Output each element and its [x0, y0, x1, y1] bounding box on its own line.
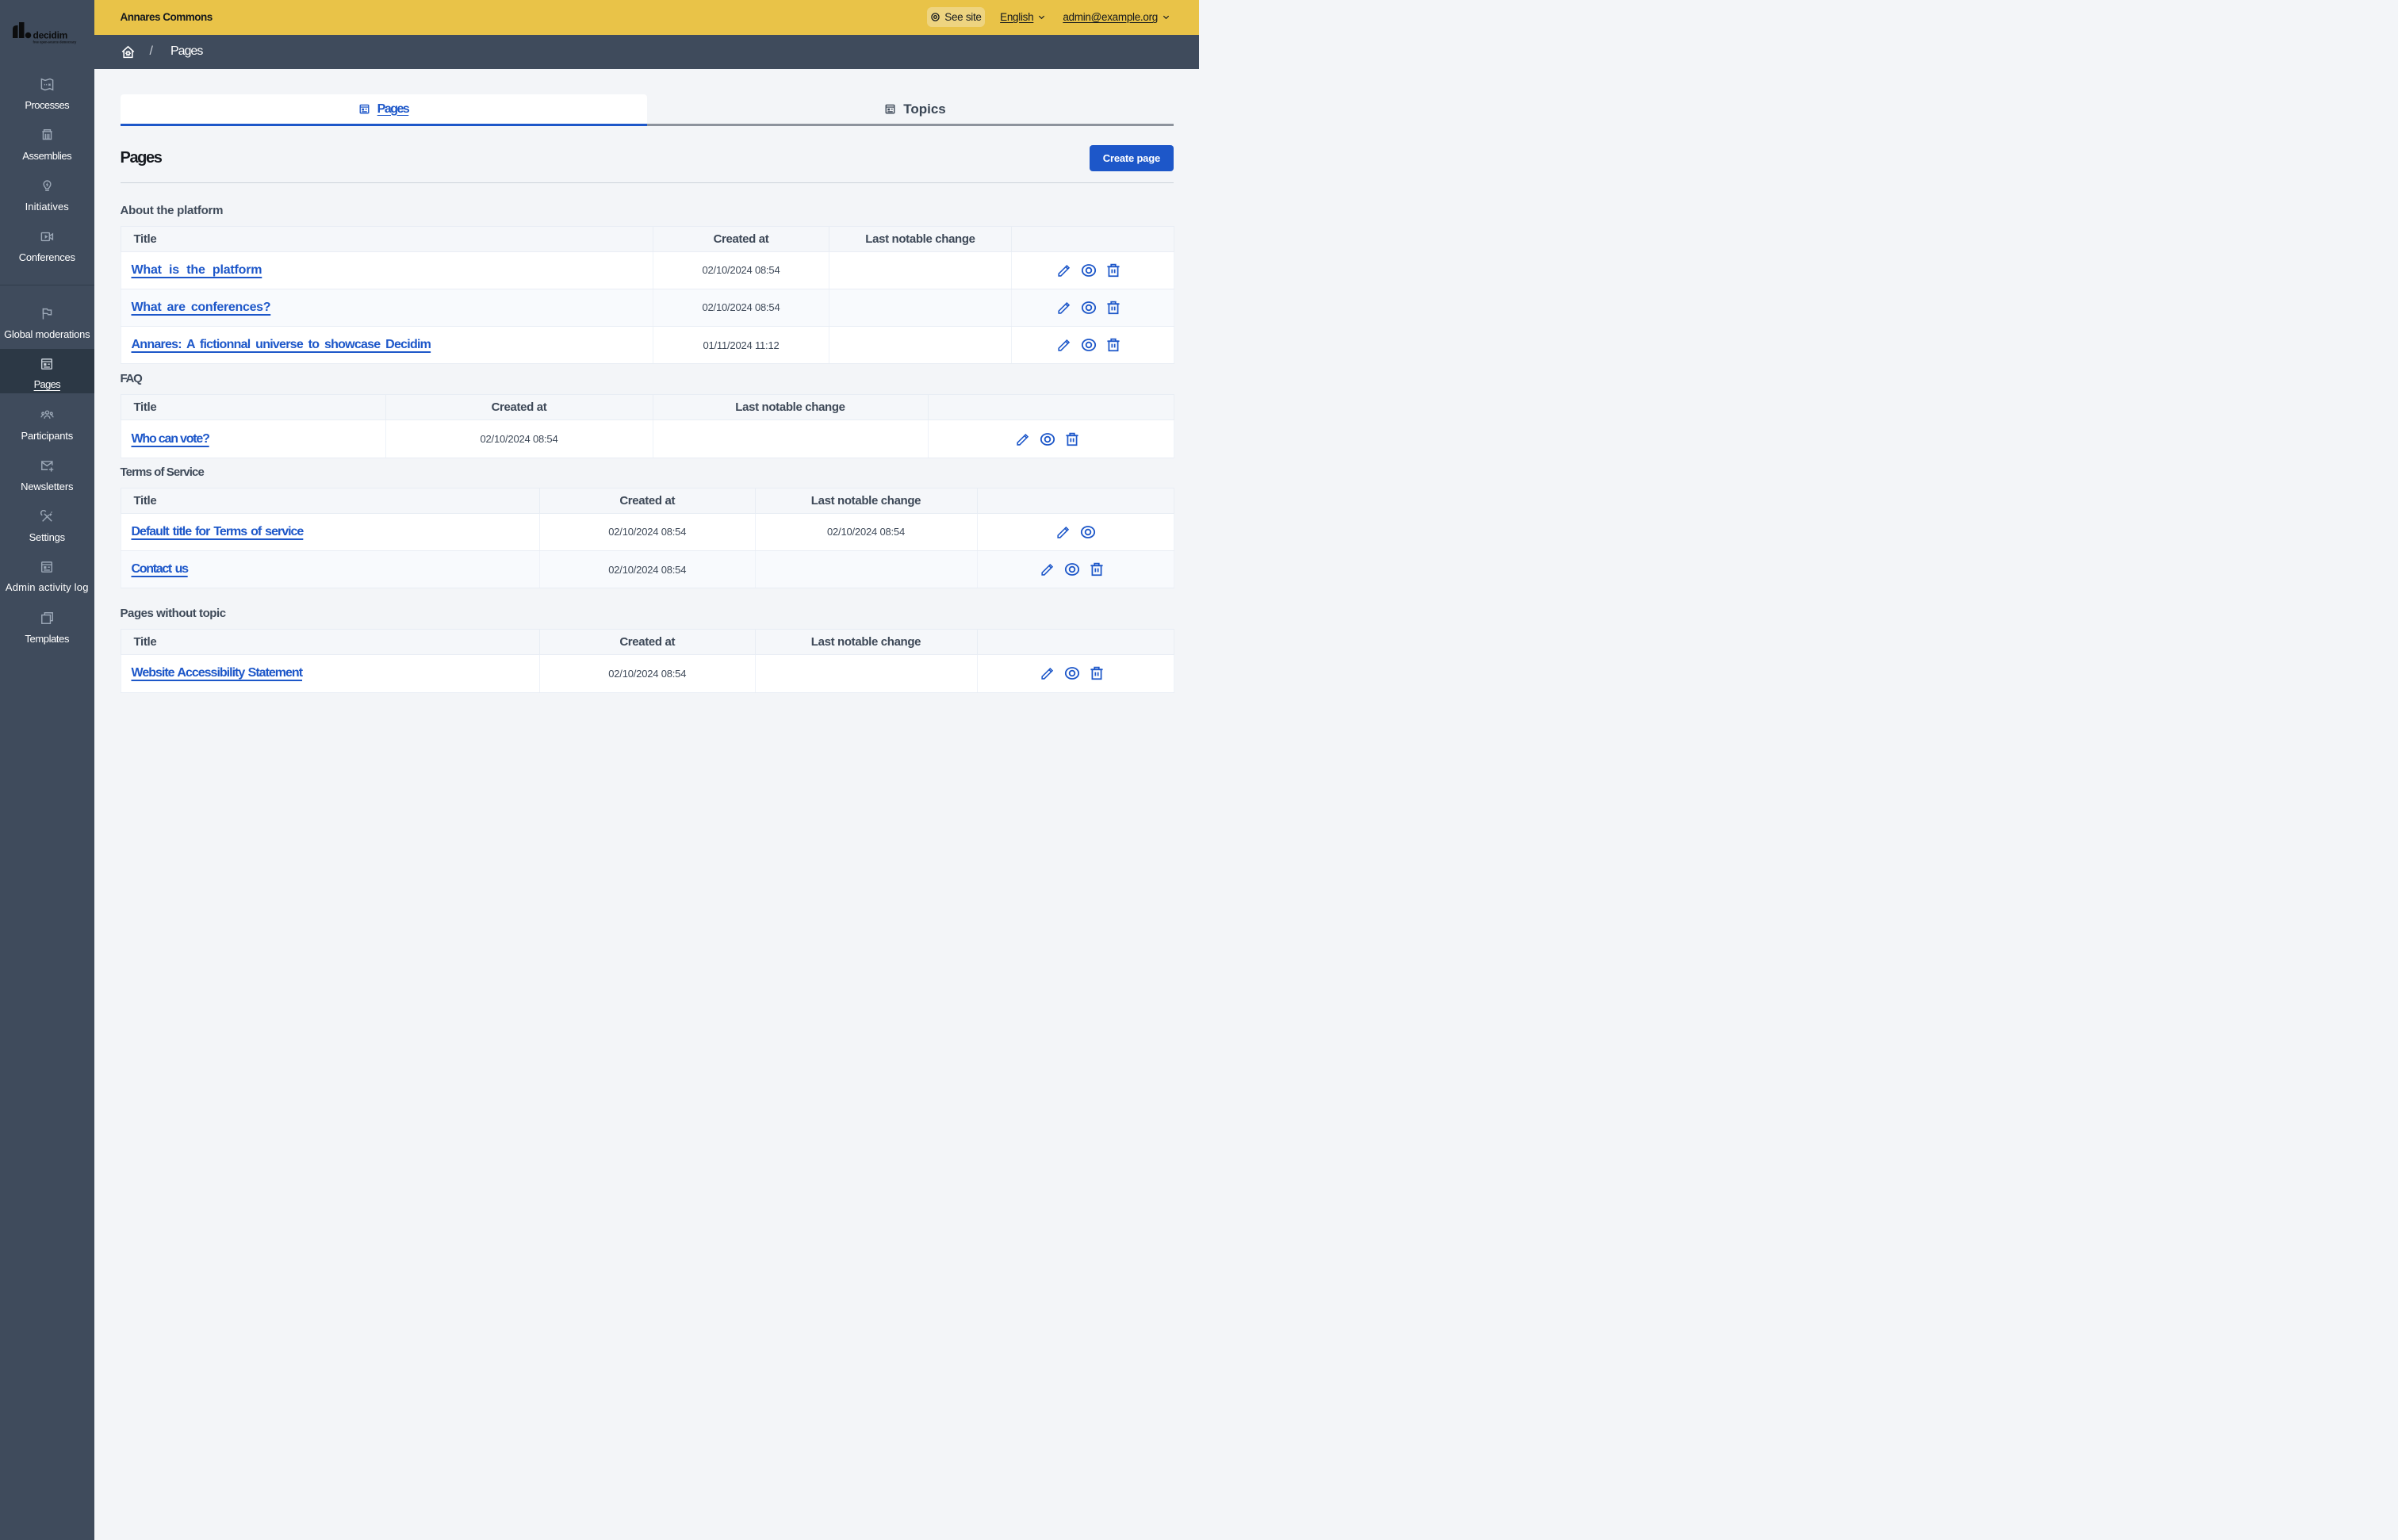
svg-text:decidim: decidim: [33, 30, 68, 41]
svg-text:free open-source democracy: free open-source democracy: [33, 40, 77, 44]
